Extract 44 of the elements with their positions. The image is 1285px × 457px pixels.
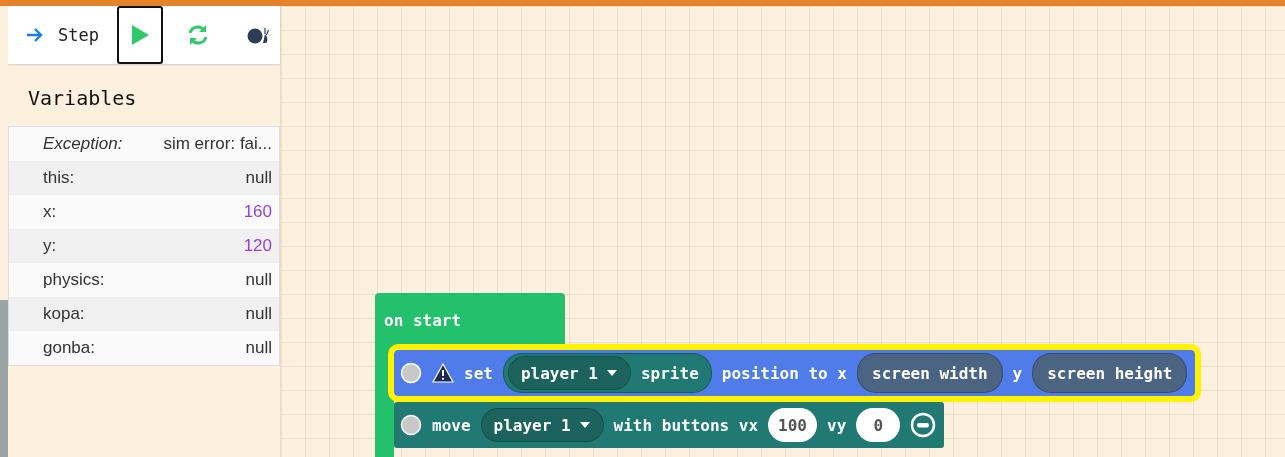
block-label: move [432, 415, 471, 435]
variables-heading: Variables [27, 85, 138, 112]
variable-value: sim error: fai... [163, 134, 272, 154]
play-icon [130, 24, 151, 46]
variable-name: this: [43, 168, 75, 188]
variable-name: y: [43, 236, 57, 256]
restart-icon [187, 24, 210, 46]
block-label: screen height [1047, 363, 1173, 383]
block-label: set [464, 363, 493, 383]
number-field[interactable]: 100 [768, 408, 817, 442]
sprite-dropdown[interactable]: player 1 [480, 408, 604, 442]
reporter-block[interactable]: screen width [857, 353, 1003, 393]
variable-name: gonba: [43, 338, 95, 358]
reporter-block[interactable]: player 1 sprite [502, 353, 712, 393]
statement-block[interactable]: move player 1 with buttons vx 100 vy 0 [394, 402, 945, 448]
block-label: position to x [721, 363, 847, 383]
variable-value: 160 [243, 202, 272, 222]
breakpoint-icon[interactable] [400, 414, 422, 436]
breakpoint-icon[interactable] [400, 362, 422, 384]
variable-name: x: [43, 202, 57, 222]
side-handle[interactable] [0, 300, 8, 457]
remove-icon[interactable] [910, 412, 937, 438]
caret-icon [578, 421, 591, 429]
block-label: y [1012, 363, 1023, 383]
play-button[interactable] [116, 6, 164, 64]
number-field[interactable]: 0 [856, 408, 901, 442]
variable-name: kopa: [43, 304, 85, 324]
step-button[interactable]: Step [20, 6, 105, 64]
reporter-block[interactable]: screen height [1032, 353, 1188, 393]
block-label: with buttons vx [613, 415, 759, 435]
variable-value: null [245, 168, 272, 188]
variable-value: null [245, 304, 272, 324]
block-label: screen width [872, 363, 988, 383]
sprite-dropdown[interactable]: player 1 [507, 356, 631, 390]
block-label: sprite [640, 363, 699, 383]
block-label: vy [827, 415, 847, 435]
variable-name: Exception: [43, 134, 123, 154]
variable-value: null [245, 270, 272, 290]
caret-icon [605, 369, 618, 377]
variable-name: physics: [43, 270, 105, 290]
variable-value: 120 [243, 236, 272, 256]
variable-value: null [245, 338, 272, 358]
warning-icon[interactable] [432, 363, 454, 383]
arrow-icon [26, 27, 44, 43]
